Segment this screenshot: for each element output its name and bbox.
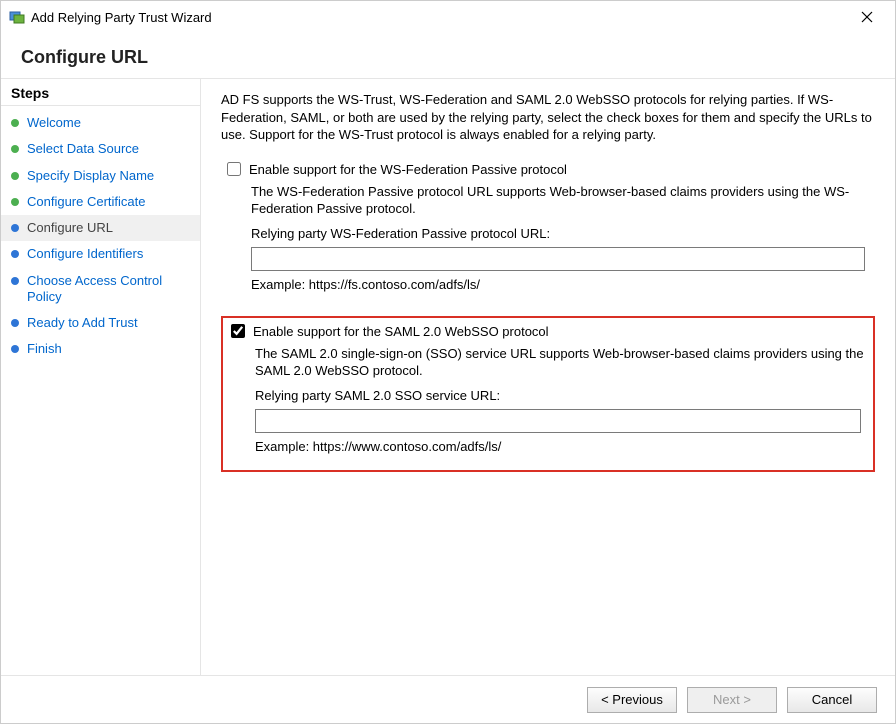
saml-url-input[interactable] bbox=[255, 409, 861, 433]
saml-description: The SAML 2.0 single-sign-on (SSO) servic… bbox=[255, 345, 865, 380]
close-icon bbox=[861, 11, 873, 23]
step-label: Specify Display Name bbox=[27, 168, 154, 184]
previous-button[interactable]: < Previous bbox=[587, 687, 677, 713]
sidebar: Steps Welcome Select Data Source Specify… bbox=[1, 79, 201, 675]
step-label: Finish bbox=[27, 341, 62, 357]
content-pane: AD FS supports the WS-Trust, WS-Federati… bbox=[201, 79, 895, 675]
cancel-button[interactable]: Cancel bbox=[787, 687, 877, 713]
wizard-window: Add Relying Party Trust Wizard Configure… bbox=[0, 0, 896, 724]
wsfed-checkbox-label: Enable support for the WS-Federation Pas… bbox=[249, 162, 567, 177]
step-select-data-source[interactable]: Select Data Source bbox=[1, 136, 200, 162]
step-welcome[interactable]: Welcome bbox=[1, 110, 200, 136]
step-choose-access-control-policy[interactable]: Choose Access Control Policy bbox=[1, 268, 200, 311]
saml-section: Enable support for the SAML 2.0 WebSSO p… bbox=[221, 316, 875, 472]
intro-text: AD FS supports the WS-Trust, WS-Federati… bbox=[221, 91, 875, 144]
step-configure-url[interactable]: Configure URL bbox=[1, 215, 200, 241]
wsfed-url-label: Relying party WS-Federation Passive prot… bbox=[251, 226, 869, 241]
saml-checkbox-label: Enable support for the SAML 2.0 WebSSO p… bbox=[253, 324, 549, 339]
step-bullet-icon bbox=[11, 224, 19, 232]
step-finish[interactable]: Finish bbox=[1, 336, 200, 362]
saml-checkbox[interactable] bbox=[231, 324, 245, 338]
wsfed-checkbox[interactable] bbox=[227, 162, 241, 176]
step-label: Ready to Add Trust bbox=[27, 315, 138, 331]
steps-list: Welcome Select Data Source Specify Displ… bbox=[1, 106, 200, 363]
step-specify-display-name[interactable]: Specify Display Name bbox=[1, 163, 200, 189]
step-label: Select Data Source bbox=[27, 141, 139, 157]
step-label: Configure URL bbox=[27, 220, 113, 236]
page-heading: Configure URL bbox=[1, 33, 895, 78]
wsfed-url-input[interactable] bbox=[251, 247, 865, 271]
step-label: Welcome bbox=[27, 115, 81, 131]
footer: < Previous Next > Cancel bbox=[1, 675, 895, 723]
step-configure-identifiers[interactable]: Configure Identifiers bbox=[1, 241, 200, 267]
wizard-body: Steps Welcome Select Data Source Specify… bbox=[1, 78, 895, 675]
step-label: Configure Identifiers bbox=[27, 246, 143, 262]
close-button[interactable] bbox=[847, 1, 887, 33]
saml-url-label: Relying party SAML 2.0 SSO service URL: bbox=[255, 388, 865, 403]
step-bullet-icon bbox=[11, 277, 19, 285]
step-label: Configure Certificate bbox=[27, 194, 146, 210]
step-bullet-icon bbox=[11, 319, 19, 327]
titlebar: Add Relying Party Trust Wizard bbox=[1, 1, 895, 33]
step-configure-certificate[interactable]: Configure Certificate bbox=[1, 189, 200, 215]
step-bullet-icon bbox=[11, 119, 19, 127]
step-bullet-icon bbox=[11, 172, 19, 180]
sidebar-title: Steps bbox=[1, 79, 200, 106]
saml-example: Example: https://www.contoso.com/adfs/ls… bbox=[255, 439, 865, 454]
step-bullet-icon bbox=[11, 198, 19, 206]
wsfed-description: The WS-Federation Passive protocol URL s… bbox=[251, 183, 869, 218]
next-button[interactable]: Next > bbox=[687, 687, 777, 713]
step-ready-to-add-trust[interactable]: Ready to Add Trust bbox=[1, 310, 200, 336]
wizard-icon bbox=[9, 9, 25, 25]
step-bullet-icon bbox=[11, 145, 19, 153]
step-bullet-icon bbox=[11, 250, 19, 258]
step-bullet-icon bbox=[11, 345, 19, 353]
window-title: Add Relying Party Trust Wizard bbox=[31, 10, 847, 25]
wsfed-example: Example: https://fs.contoso.com/adfs/ls/ bbox=[251, 277, 869, 292]
wsfed-section: Enable support for the WS-Federation Pas… bbox=[221, 158, 875, 298]
step-label: Choose Access Control Policy bbox=[27, 273, 190, 306]
